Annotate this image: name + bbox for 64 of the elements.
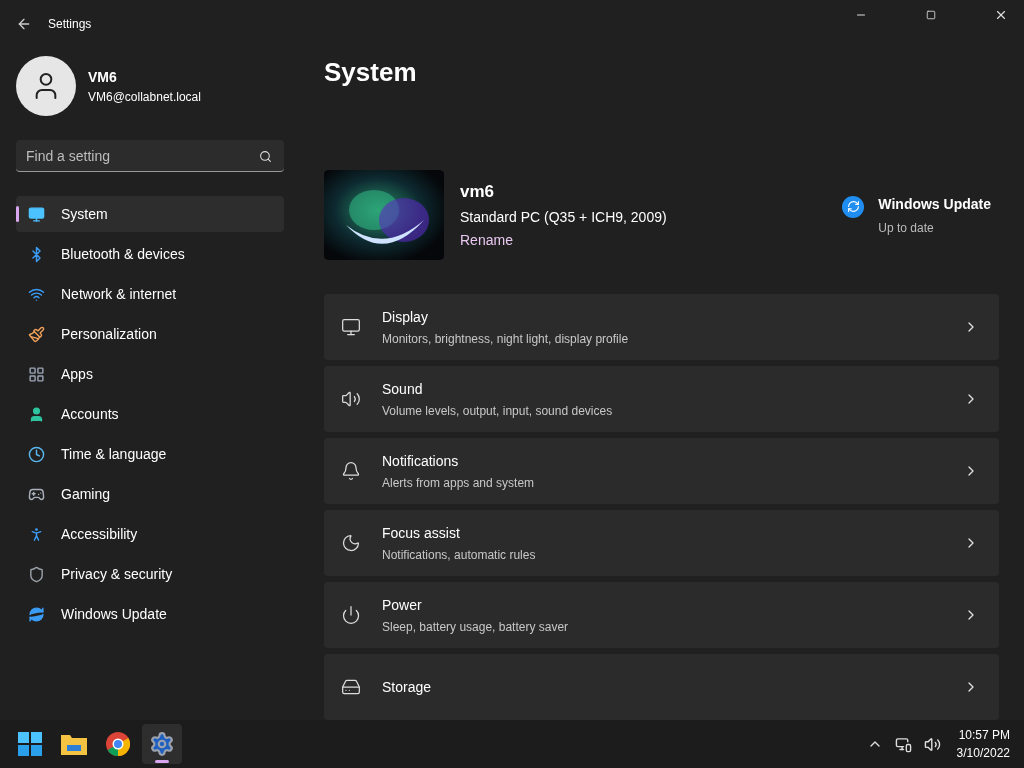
window-title: Settings [48, 16, 92, 33]
speaker-icon [341, 389, 361, 409]
browser-icon [106, 732, 130, 756]
settings-card[interactable]: Focus assist Notifications, automatic rules [324, 510, 999, 576]
page-title: System [324, 56, 418, 89]
settings-card[interactable]: Storage [324, 654, 999, 720]
restore-icon [926, 9, 936, 20]
settings-card[interactable]: Notifications Alerts from apps and system [324, 438, 999, 504]
nav-item[interactable]: Apps [16, 356, 284, 392]
card-subtitle: Monitors, brightness, night light, display profile [382, 330, 630, 348]
windows-logo-icon [18, 732, 42, 756]
settings-card[interactable]: Display Monitors, brightness, night light, display profile [324, 294, 999, 360]
taskbar-button[interactable] [142, 724, 182, 764]
drive-icon [341, 677, 361, 697]
device-name: vm6 [460, 181, 496, 204]
device-model: Standard PC (Q35 + ICH9, 2009) [460, 207, 667, 227]
clock-time: 10:57 PM [958, 727, 1010, 744]
nav-item[interactable]: Privacy & security [16, 556, 284, 592]
folder-icon [61, 733, 87, 755]
network-icon[interactable] [894, 735, 912, 753]
card-subtitle: Alerts from apps and system [382, 474, 536, 492]
nav-item[interactable]: Gaming [16, 476, 284, 512]
paintbrush-icon [28, 325, 45, 343]
moon-icon [341, 533, 361, 553]
nav-item[interactable]: Time & language [16, 436, 284, 472]
clock-date: 3/10/2022 [956, 745, 1010, 762]
card-title: Focus assist [382, 523, 461, 543]
monitor-icon [341, 317, 361, 337]
card-title: Notifications [382, 451, 460, 471]
gear-icon [149, 731, 175, 757]
clock-icon [28, 445, 45, 463]
nav-item[interactable]: Personalization [16, 316, 284, 352]
card-title: Storage [382, 677, 433, 697]
settings-card[interactable]: Power Sleep, battery usage, battery saver [324, 582, 999, 648]
bell-icon [341, 461, 361, 481]
shield-icon [28, 565, 45, 583]
settings-card[interactable]: Sound Volume levels, output, input, sound devices [324, 366, 999, 432]
person-icon [28, 405, 45, 423]
card-title: Display [382, 307, 429, 327]
card-title: Power [382, 595, 423, 615]
nav-item[interactable]: Bluetooth & devices [16, 236, 284, 272]
back-icon[interactable] [16, 16, 32, 32]
update-icon [846, 200, 860, 213]
update-status: Up to date [878, 219, 935, 237]
search-icon [259, 150, 272, 163]
account-email: VM6@collabnet.local [88, 88, 201, 106]
card-subtitle: Volume levels, output, input, sound devices [382, 402, 614, 420]
update-icon [28, 605, 45, 623]
rename-link[interactable]: Rename [460, 229, 667, 251]
nav-item[interactable]: System [16, 196, 284, 232]
nav-item[interactable]: Accounts [16, 396, 284, 432]
apps-icon [28, 365, 45, 383]
nav-item[interactable]: Network & internet [16, 276, 284, 312]
speaker-icon[interactable] [923, 735, 941, 753]
card-subtitle: Notifications, automatic rules [382, 546, 537, 564]
card-title: Sound [382, 379, 424, 399]
card-subtitle: Sleep, battery usage, battery saver [382, 618, 570, 636]
search-field[interactable]: Find a setting [16, 140, 284, 172]
monitor-icon [28, 205, 45, 223]
update-title[interactable]: Windows Update [878, 193, 991, 215]
account-name: VM6 [88, 67, 118, 87]
nav-item[interactable]: Windows Update [16, 596, 284, 632]
power-icon [341, 605, 361, 625]
nav-item[interactable]: Accessibility [16, 516, 284, 552]
